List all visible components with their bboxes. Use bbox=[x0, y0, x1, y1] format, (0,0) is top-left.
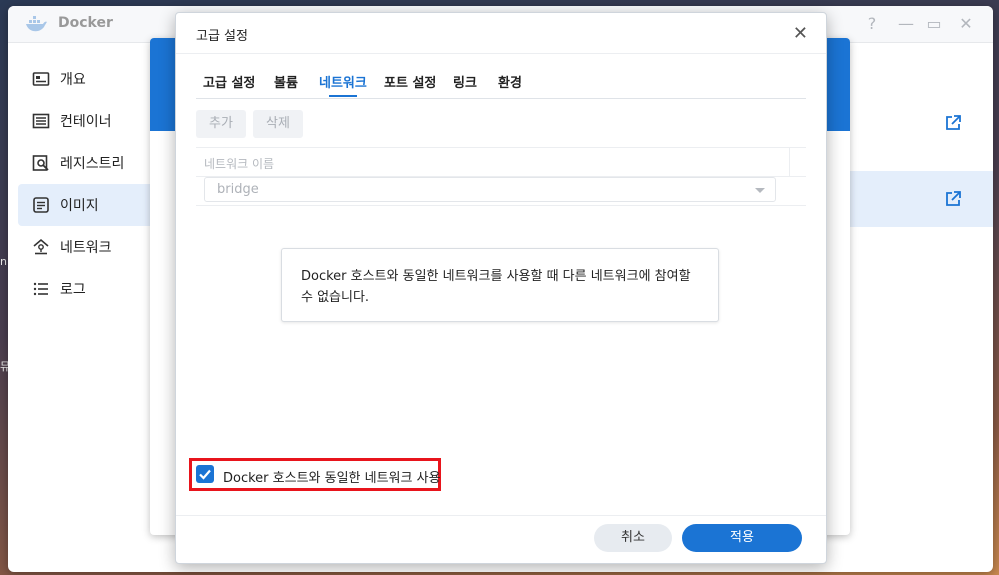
docker-logo-icon bbox=[26, 16, 47, 32]
app-title: Docker bbox=[58, 15, 113, 31]
info-tooltip: Docker 호스트와 동일한 네트워크를 사용할 때 다른 네트워크에 참여할… bbox=[281, 248, 719, 322]
network-table-header: 네트워크 이름 bbox=[196, 147, 806, 177]
sidebar-item-label: 컨테이너 bbox=[60, 114, 112, 130]
image-icon bbox=[33, 197, 49, 213]
column-divider bbox=[789, 148, 790, 176]
minimize-icon[interactable]: — bbox=[896, 14, 916, 33]
sidebar-item-label: 레지스트리 bbox=[60, 156, 125, 172]
dialog-title: 고급 설정 bbox=[196, 29, 248, 44]
tab-links[interactable]: 링크 bbox=[453, 72, 477, 91]
tab-advanced-settings[interactable]: 고급 설정 bbox=[203, 72, 255, 91]
tab-port-settings[interactable]: 포트 설정 bbox=[384, 72, 436, 91]
window-close-icon[interactable]: ✕ bbox=[956, 14, 976, 33]
overview-icon bbox=[32, 72, 50, 86]
chevron-down-icon bbox=[755, 188, 765, 193]
selected-list-row[interactable] bbox=[850, 171, 993, 227]
network-icon bbox=[33, 238, 49, 255]
sidebar-item-label: 로그 bbox=[60, 282, 86, 298]
network-name-column: 네트워크 이름 bbox=[204, 157, 275, 171]
cancel-button[interactable]: 취소 bbox=[594, 524, 672, 552]
delete-button[interactable]: 삭제 bbox=[253, 110, 303, 138]
sidebar-item-label: 이미지 bbox=[60, 198, 99, 214]
divider bbox=[176, 515, 826, 516]
network-select[interactable]: bridge bbox=[204, 177, 776, 202]
registry-icon bbox=[32, 155, 49, 171]
tab-environment[interactable]: 환경 bbox=[498, 72, 522, 91]
log-icon bbox=[33, 282, 48, 296]
tab-bar: 고급 설정 볼륨 네트워크 포트 설정 링크 환경 bbox=[196, 65, 806, 99]
close-icon[interactable]: ✕ bbox=[793, 23, 808, 44]
table-row: bridge bbox=[196, 175, 806, 206]
tab-network[interactable]: 네트워크 bbox=[319, 72, 367, 91]
sidebar-item-label: 개요 bbox=[60, 72, 86, 88]
open-external-icon[interactable] bbox=[944, 114, 962, 132]
sidebar-item-label: 네트워크 bbox=[60, 240, 112, 256]
container-icon bbox=[32, 113, 50, 129]
help-icon[interactable]: ? bbox=[862, 14, 882, 33]
divider bbox=[176, 53, 826, 54]
add-button[interactable]: 추가 bbox=[196, 110, 246, 138]
host-network-checkbox[interactable] bbox=[196, 465, 214, 483]
advanced-settings-dialog: 고급 설정 ✕ 고급 설정 볼륨 네트워크 포트 설정 링크 환경 추가 삭제 … bbox=[175, 12, 827, 564]
network-select-value: bridge bbox=[217, 182, 259, 197]
active-tab-indicator bbox=[329, 95, 357, 97]
maximize-icon[interactable]: ▭ bbox=[924, 14, 944, 33]
background-text-fragment: n bbox=[0, 255, 7, 268]
host-network-label[interactable]: Docker 호스트와 동일한 네트워크 사용 bbox=[223, 467, 441, 486]
tab-volume[interactable]: 볼륨 bbox=[274, 72, 298, 91]
open-external-icon[interactable] bbox=[944, 190, 962, 208]
apply-button[interactable]: 적용 bbox=[682, 524, 802, 552]
